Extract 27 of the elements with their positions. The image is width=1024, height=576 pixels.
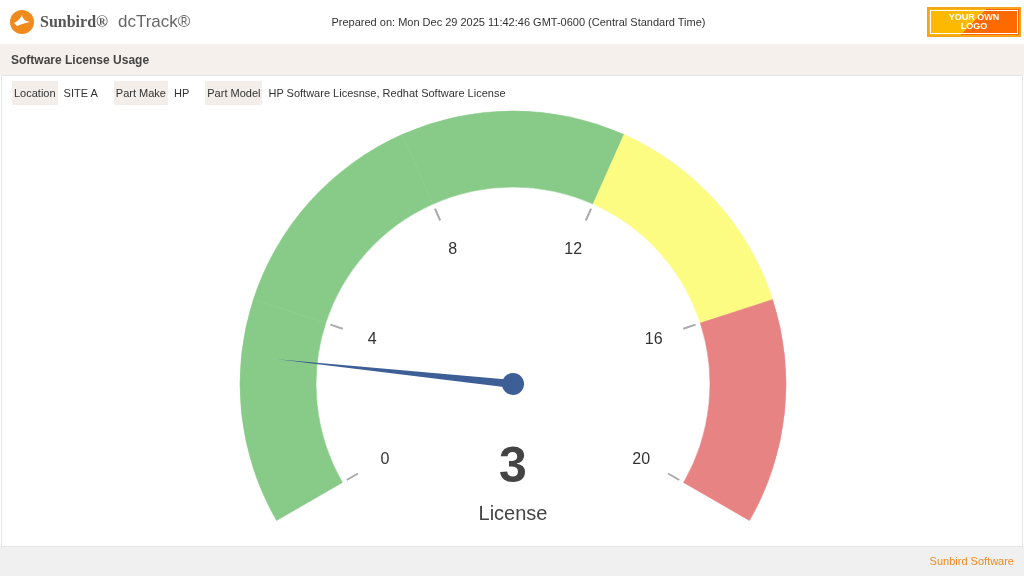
footer-text: Sunbird Software <box>929 554 1014 570</box>
tick-mark <box>682 323 697 330</box>
tick-label: 16 <box>644 329 663 347</box>
filter-value: SITE A <box>62 85 99 101</box>
tick-label: 12 <box>564 240 583 258</box>
bird-logo-icon <box>10 10 34 34</box>
tick-label: 0 <box>380 449 390 467</box>
filter-label: Location <box>12 81 58 105</box>
tick-mark <box>433 207 442 222</box>
filter-value: HP Software Licesnse, Redhat Software License <box>267 85 507 101</box>
report-title: Software License Usage <box>0 44 1024 75</box>
tick-label: 20 <box>632 449 651 467</box>
tick-label: 4 <box>367 329 377 347</box>
prepared-on-text: Prepared on: Mon Dec 29 2025 11:42:46 GMT-0600 (Central Standard Time) <box>331 14 706 30</box>
custom-logo: YOUR OWN LOGO <box>927 7 1021 37</box>
gauge-unit: License <box>478 502 548 524</box>
brand-name: Sunbird® <box>40 12 108 32</box>
filter-value: HP <box>173 85 191 101</box>
gauge-value: 3 <box>499 437 527 493</box>
tick-mark <box>667 472 681 481</box>
tick-label: 8 <box>448 240 458 258</box>
tick-mark <box>584 207 593 222</box>
tick-mark <box>345 472 359 481</box>
filter-label: Part Model <box>205 81 263 105</box>
product-name: dcTrack® <box>118 11 191 34</box>
filter-label: Part Make <box>113 81 168 105</box>
tick-mark <box>329 323 344 330</box>
